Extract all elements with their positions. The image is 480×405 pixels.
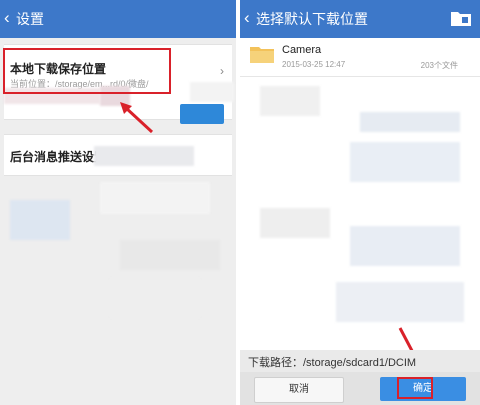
download-path-bar: 下载路径：/storage/sdcard1/DCIM xyxy=(240,350,480,372)
blurred-area xyxy=(350,226,460,266)
highlight-box xyxy=(397,377,433,399)
action-bar: 取消 确定 xyxy=(240,372,480,405)
blurred-area xyxy=(100,182,210,214)
chevron-right-icon: › xyxy=(220,64,224,78)
back-icon[interactable]: ‹ xyxy=(4,7,10,29)
choose-location-header: ‹ 选择默认下载位置 xyxy=(240,0,480,38)
page-title: 选择默认下载位置 xyxy=(256,11,368,27)
blurred-area xyxy=(120,240,220,270)
arrow-icon xyxy=(120,102,154,134)
folder-name: Camera xyxy=(282,44,322,56)
download-path-label: 下载路径：/storage/sdcard1/DCIM xyxy=(248,357,417,369)
blurred-area xyxy=(336,282,464,322)
toggle-switch[interactable] xyxy=(180,104,224,124)
list-item[interactable]: Camera 2015-03-25 12:47 203个文件 xyxy=(240,38,480,77)
blurred-area xyxy=(260,86,320,116)
blurred-area xyxy=(10,200,70,240)
choose-location-screen: ‹ 选择默认下载位置 Camera 2015-03-25 12:47 203个文… xyxy=(240,0,480,405)
folder-date: 2015-03-25 12:47 xyxy=(282,60,346,69)
settings-header: ‹ 设置 xyxy=(0,0,236,38)
folder-icon xyxy=(250,47,274,63)
push-settings-label: 后台消息推送设置 xyxy=(10,150,107,164)
blurred-area xyxy=(360,112,460,132)
blurred-area xyxy=(94,146,194,166)
blurred-area xyxy=(190,82,234,102)
page-title: 设置 xyxy=(16,11,44,27)
cancel-button[interactable]: 取消 xyxy=(254,377,344,403)
folder-file-count: 203个文件 xyxy=(420,61,458,70)
settings-screen: ‹ 设置 本地下载保存位置 当前位置：/storage/em...rd/0/微盘… xyxy=(0,0,236,405)
blurred-area xyxy=(350,142,460,182)
blurred-area xyxy=(260,208,330,238)
back-icon[interactable]: ‹ xyxy=(244,7,250,29)
highlight-box xyxy=(3,48,171,94)
new-folder-icon[interactable] xyxy=(450,8,472,28)
blurred-area xyxy=(110,278,200,318)
